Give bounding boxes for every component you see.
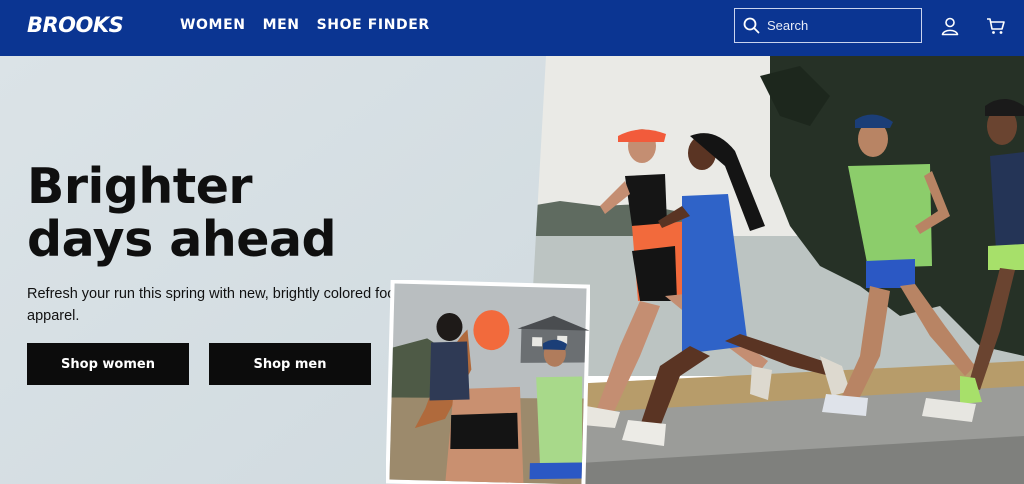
hero-headline: Brighter days ahead — [27, 160, 407, 266]
main-nav: WOMEN MEN SHOE FINDER — [180, 17, 430, 33]
brooks-logo[interactable]: BROOKS — [27, 13, 124, 37]
shop-men-button[interactable]: Shop men — [209, 343, 371, 385]
account-icon[interactable] — [940, 16, 960, 36]
nav-link-men[interactable]: MEN — [263, 17, 300, 33]
cart-icon[interactable] — [986, 16, 1006, 36]
nav-link-shoe-finder[interactable]: SHOE FINDER — [317, 17, 430, 33]
hero-banner: Brighter days ahead Refresh your run thi… — [0, 56, 1024, 484]
search-box[interactable] — [734, 8, 922, 43]
search-icon — [743, 17, 760, 34]
nav-link-women[interactable]: WOMEN — [180, 17, 246, 33]
headline-line-1: Brighter — [27, 158, 253, 215]
inset-runners-image — [386, 280, 590, 484]
top-navigation-bar: BROOKS WOMEN MEN SHOE FINDER — [0, 0, 1024, 56]
search-input[interactable] — [767, 18, 917, 33]
headline-line-2: days ahead — [27, 211, 337, 268]
shop-women-button[interactable]: Shop women — [27, 343, 189, 385]
